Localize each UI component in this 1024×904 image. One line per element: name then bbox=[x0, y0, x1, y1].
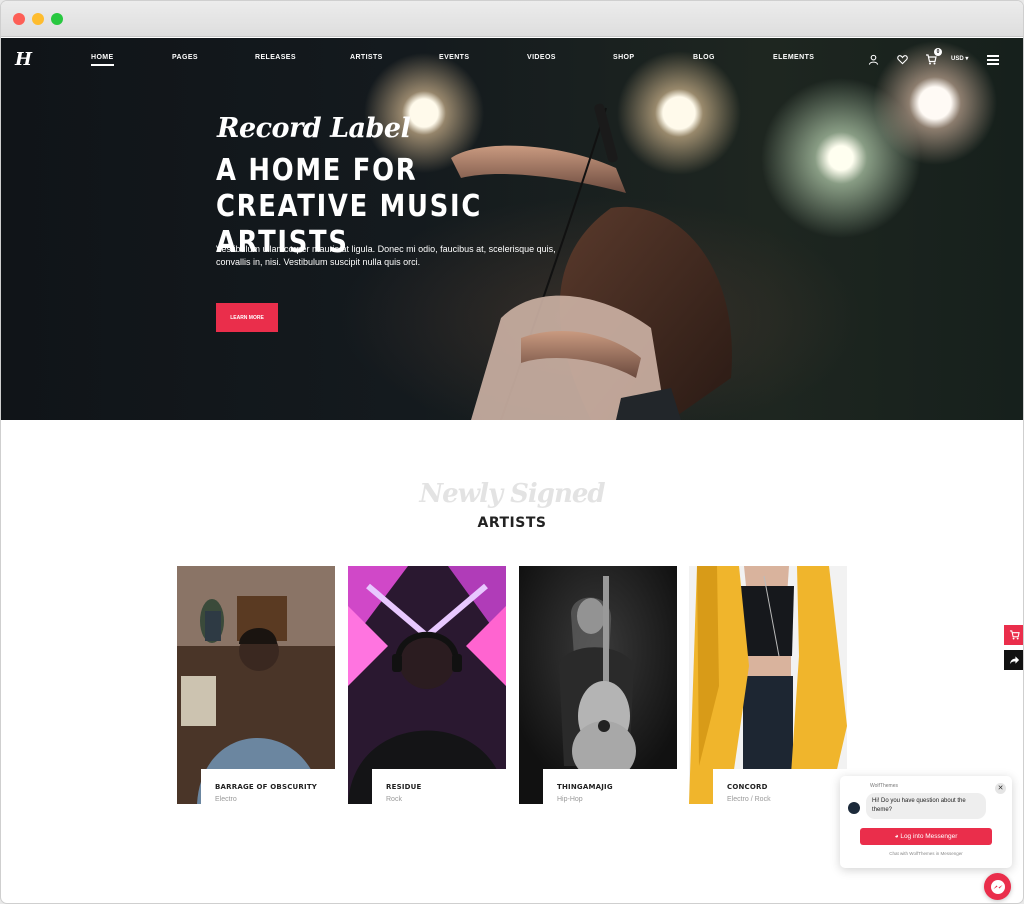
artist-genre: Electro / Rock bbox=[727, 796, 771, 803]
wishlist-heart-icon[interactable] bbox=[897, 52, 908, 70]
messenger-login-button[interactable]: ◕ Log into Messenger bbox=[860, 828, 992, 845]
artist-genre: Hip-Hop bbox=[557, 796, 583, 803]
account-icon[interactable] bbox=[868, 52, 879, 70]
artist-card-info: Barrage of Obscurity Electro bbox=[201, 769, 335, 804]
artist-card-barrage-of-obscurity[interactable]: Barrage of Obscurity Electro bbox=[177, 566, 335, 804]
section-script-title: Newly Signed bbox=[419, 479, 605, 509]
messenger-sender: WolfThemes bbox=[870, 783, 898, 789]
messenger-launcher-button[interactable] bbox=[984, 873, 1011, 900]
site-logo[interactable]: H bbox=[15, 49, 32, 70]
nav-pages[interactable]: Pages bbox=[172, 54, 198, 61]
chevron-down-icon: ▾ bbox=[965, 56, 969, 62]
artist-card-info: Thingamajig Hip-Hop bbox=[543, 769, 677, 804]
main-navigation: H Home Pages Releases Artists Events Vid… bbox=[1, 38, 1023, 82]
messenger-icon: ◕ bbox=[894, 833, 899, 840]
side-share-button[interactable] bbox=[1004, 650, 1023, 670]
close-icon[interactable]: ✕ bbox=[995, 783, 1006, 794]
artist-card-info: Concord Electro / Rock bbox=[713, 769, 847, 804]
menu-toggle-icon[interactable] bbox=[987, 55, 999, 67]
nav-artists[interactable]: Artists bbox=[350, 54, 383, 61]
cart-count-badge: 0 bbox=[934, 48, 942, 56]
artist-name[interactable]: Thingamajig bbox=[557, 783, 677, 791]
cart-icon[interactable]: 0 bbox=[925, 48, 942, 70]
side-cart-button[interactable] bbox=[1004, 625, 1023, 645]
artist-card-concord[interactable]: Concord Electro / Rock bbox=[689, 566, 847, 804]
cart-icon bbox=[1009, 630, 1020, 640]
browser-titlebar bbox=[1, 1, 1023, 37]
nav-elements[interactable]: Elements bbox=[773, 54, 814, 61]
hero-script-title: Record Label bbox=[217, 113, 411, 144]
browser-window: H Home Pages Releases Artists Events Vid… bbox=[1, 1, 1023, 903]
nav-home[interactable]: Home bbox=[91, 54, 114, 66]
nav-events[interactable]: Events bbox=[439, 54, 469, 61]
nav-releases[interactable]: Releases bbox=[255, 54, 296, 61]
share-arrow-icon bbox=[1009, 656, 1019, 665]
messenger-chat-popup: WolfThemes ✕ Hi! Do you have question ab… bbox=[840, 776, 1012, 868]
close-window-button[interactable] bbox=[13, 13, 25, 25]
hero-description: Vestibulum ullamcorper mauris at ligula.… bbox=[216, 244, 556, 267]
artist-genre: Rock bbox=[386, 796, 402, 803]
messenger-greeting: Hi! Do you have question about the theme… bbox=[866, 793, 986, 819]
artist-genre: Electro bbox=[215, 796, 237, 803]
nav-blog[interactable]: Blog bbox=[693, 54, 715, 61]
messenger-icon bbox=[990, 879, 1005, 894]
artist-name[interactable]: Barrage of Obscurity bbox=[215, 783, 335, 791]
minimize-window-button[interactable] bbox=[32, 13, 44, 25]
maximize-window-button[interactable] bbox=[51, 13, 63, 25]
artist-name[interactable]: Residue bbox=[386, 783, 506, 791]
learn-more-button[interactable]: Learn more bbox=[216, 303, 278, 332]
hero-banner: H Home Pages Releases Artists Events Vid… bbox=[1, 38, 1023, 420]
currency-selector[interactable]: USD ▾ bbox=[951, 55, 968, 62]
nav-shop[interactable]: Shop bbox=[613, 54, 634, 61]
currency-value: USD bbox=[951, 56, 964, 62]
artist-card-residue[interactable]: Residue Rock bbox=[348, 566, 506, 804]
artist-card-thingamajig[interactable]: Thingamajig Hip-Hop bbox=[519, 566, 677, 804]
artist-name[interactable]: Concord bbox=[727, 783, 847, 791]
section-title: ARTISTS bbox=[477, 515, 547, 531]
nav-videos[interactable]: Videos bbox=[527, 54, 556, 61]
artist-card-info: Residue Rock bbox=[372, 769, 506, 804]
messenger-footer: Chat with WolfThemes in Messenger bbox=[889, 851, 963, 856]
page-avatar bbox=[848, 802, 860, 814]
messenger-login-label: Log into Messenger bbox=[900, 833, 958, 840]
